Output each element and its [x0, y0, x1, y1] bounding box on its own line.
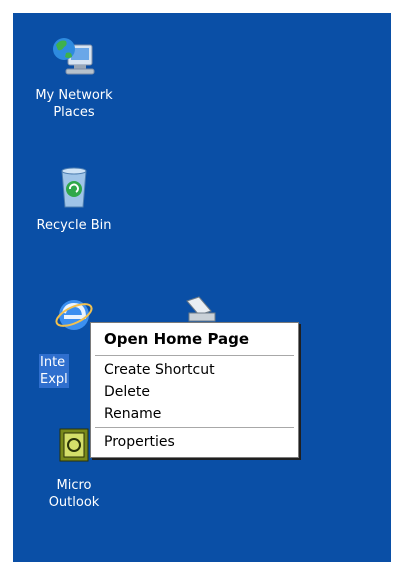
menu-item-rename[interactable]: Rename — [91, 403, 298, 425]
desktop-icon-my-network-places[interactable]: My Network Places — [26, 33, 122, 121]
desktop[interactable]: My Network Places Recycle Bin Inte Expl — [13, 13, 391, 562]
recycle-bin-icon — [61, 167, 87, 208]
context-menu: Open Home Page Create Shortcut Delete Re… — [90, 322, 299, 458]
menu-separator — [95, 355, 294, 356]
icon-label-internet-explorer[interactable]: Inte Expl — [39, 354, 69, 388]
icon-label-microsoft-outlook: Micro Outlook — [48, 478, 100, 510]
icon-label-my-network-places: My Network Places — [35, 88, 113, 120]
desktop-icon-recycle-bin[interactable]: Recycle Bin — [26, 163, 122, 234]
menu-item-properties[interactable]: Properties — [91, 431, 298, 453]
icon-label-recycle-bin: Recycle Bin — [36, 218, 112, 233]
menu-separator — [95, 427, 294, 428]
network-places-icon — [53, 38, 95, 75]
menu-item-create-shortcut[interactable]: Create Shortcut — [91, 359, 298, 381]
menu-item-open-home-page[interactable]: Open Home Page — [91, 326, 298, 353]
menu-item-delete[interactable]: Delete — [91, 381, 298, 403]
